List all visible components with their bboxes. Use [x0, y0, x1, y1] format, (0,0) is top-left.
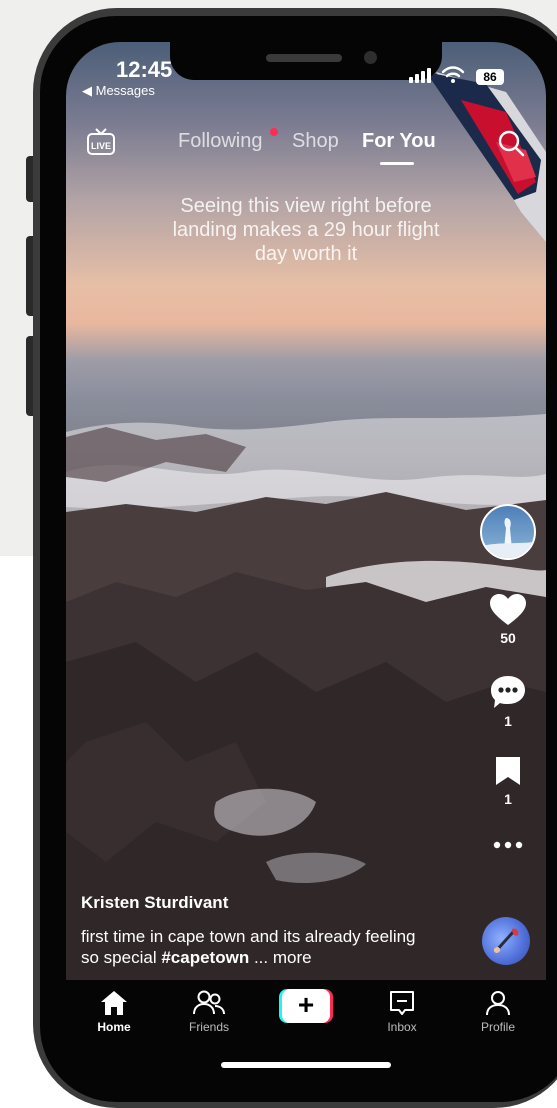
video-caption-overlay: Seeing this view right before landing ma… [172, 195, 440, 265]
avatar-image [482, 518, 534, 558]
comment-button[interactable]: 1 [480, 675, 536, 729]
active-tab-indicator [380, 162, 414, 165]
tab-following[interactable]: Following [178, 130, 262, 153]
live-icon[interactable]: LIVE [86, 128, 116, 156]
like-button[interactable]: 50 [480, 594, 536, 646]
live-label: LIVE [91, 141, 111, 151]
like-count: 50 [500, 630, 516, 646]
status-time: 12:45 [116, 57, 173, 82]
search-icon[interactable] [496, 128, 526, 158]
notification-dot [270, 128, 278, 136]
create-button[interactable]: + [279, 989, 333, 1023]
more-dots-icon [493, 841, 523, 849]
plus-icon: + [282, 989, 330, 1023]
hashtag-capetown[interactable]: #capetown [161, 948, 249, 967]
home-icon [101, 991, 127, 1015]
home-indicator[interactable] [221, 1062, 391, 1068]
author-name[interactable]: Kristen Sturdivant [81, 893, 228, 913]
nav-profile[interactable]: Profile [458, 990, 538, 1034]
music-disc[interactable] [482, 917, 530, 965]
inbox-icon [390, 991, 414, 1015]
more-options-button[interactable] [480, 840, 536, 850]
description-text: first time in cape town and its already … [81, 927, 416, 967]
notch [170, 42, 442, 80]
nav-inbox[interactable]: Inbox [362, 990, 442, 1034]
signal-icon [409, 68, 431, 83]
more-link[interactable]: ... more [254, 948, 312, 967]
nav-inbox-label: Inbox [387, 1020, 417, 1034]
nav-friends-label: Friends [188, 1020, 229, 1034]
nav-profile-label: Profile [480, 1020, 515, 1034]
speaker [266, 54, 342, 62]
heart-icon [490, 594, 526, 625]
save-count: 1 [504, 791, 512, 807]
friends-icon [193, 990, 225, 1015]
back-to-messages[interactable]: ◀ Messages [82, 83, 155, 99]
music-disc-art [493, 928, 519, 953]
nav-home-label: Home [97, 1020, 131, 1034]
front-camera [364, 51, 377, 64]
bookmark-icon [496, 757, 520, 785]
tab-for-you[interactable]: For You [362, 130, 436, 153]
tab-shop[interactable]: Shop [292, 130, 339, 153]
nav-friends[interactable]: Friends [169, 990, 249, 1034]
battery-indicator: 86 [476, 69, 504, 85]
video-description[interactable]: first time in cape town and its already … [81, 926, 421, 968]
comment-count: 1 [504, 713, 512, 729]
comment-icon [491, 676, 525, 708]
profile-icon [486, 991, 510, 1016]
phone-screen: 12:45 ◀ Messages 86 LIVE Following Shop … [66, 42, 546, 1082]
wifi-icon [441, 66, 465, 83]
creator-avatar[interactable] [480, 504, 536, 560]
save-button[interactable]: 1 [480, 755, 536, 807]
nav-home[interactable]: Home [74, 990, 154, 1034]
